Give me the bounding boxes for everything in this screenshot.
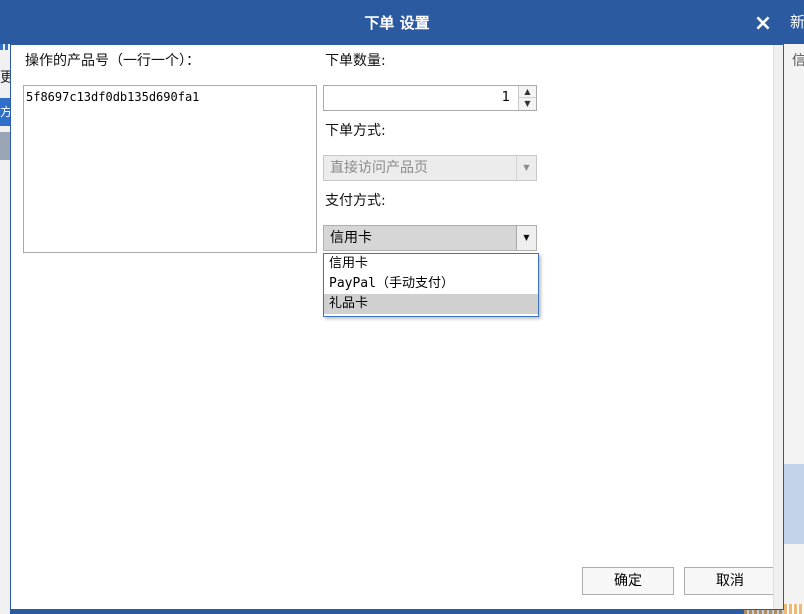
spin-up-icon[interactable]: ▲ [519,86,536,98]
payment-method-selected: 信用卡 [330,230,372,246]
dialog-scrollbar[interactable] [773,45,783,609]
product-ids-textarea[interactable]: 5f8697c13df0db135d690fa1 [23,85,317,253]
background-right-block [784,464,804,544]
order-method-label: 下单方式: [325,123,386,139]
background-left-text: 更 [0,70,10,86]
dialog-titlebar: 下单 设置 × [11,1,783,45]
payment-method-select[interactable]: 信用卡 ▼ [323,225,537,251]
payment-option-paypal[interactable]: PayPal（手动支付） [324,274,538,294]
order-method-selected: 直接访问产品页 [330,160,428,176]
background-left-tab: 方 [0,98,10,126]
payment-option-credit-card[interactable]: 信用卡 [324,254,538,274]
dialog-title: 下单 设置 [364,14,430,32]
quantity-value: 1 [501,90,510,105]
quantity-spin-buttons: ▲ ▼ [518,86,536,110]
background-left-gray-item [0,132,10,160]
background-right-header: 新 [784,0,804,44]
close-icon[interactable]: × [751,12,775,36]
order-settings-dialog: 下单 设置 × 操作的产品号（一行一个）： 5f8697c13df0db135d… [10,0,784,610]
background-right-text: 信 [792,53,804,69]
payment-option-gift-card[interactable]: 礼品卡 [324,294,538,314]
background-dots [0,44,10,50]
chevron-down-icon: ▼ [516,156,536,180]
quantity-label: 下单数量: [325,53,386,69]
order-method-select: 直接访问产品页 ▼ [323,155,537,181]
chevron-down-icon[interactable]: ▼ [516,226,536,250]
quantity-stepper[interactable]: 1 ▲ ▼ [323,85,537,111]
background-left-panel [0,44,10,614]
payment-method-label: 支付方式: [325,193,386,209]
spin-down-icon[interactable]: ▼ [519,98,536,110]
ok-button[interactable]: 确定 [582,567,674,595]
product-ids-label: 操作的产品号（一行一个）： [25,53,200,69]
cancel-button[interactable]: 取消 [684,567,776,595]
dialog-body: 操作的产品号（一行一个）： 5f8697c13df0db135d690fa1 下… [11,45,783,609]
payment-method-options: 信用卡 PayPal（手动支付） 礼品卡 [323,253,539,317]
